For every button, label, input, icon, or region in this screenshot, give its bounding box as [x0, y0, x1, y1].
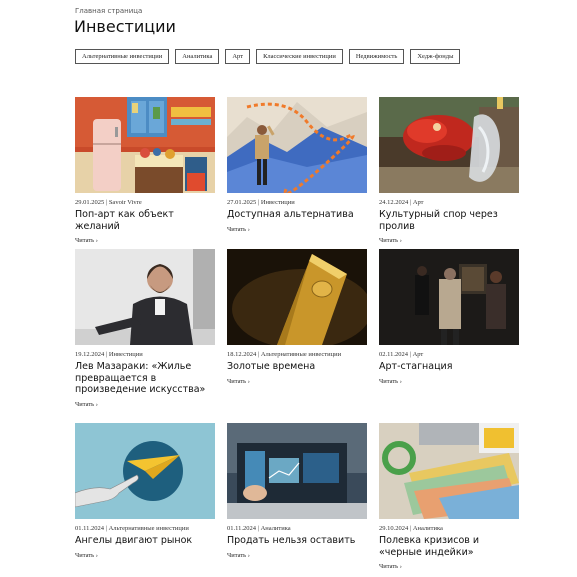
article-meta: 19.12.2024 | Инвестиции — [75, 351, 143, 358]
filter-real-estate[interactable]: Недвижимость — [348, 49, 405, 64]
read-more-link[interactable]: Читать › — [75, 237, 215, 244]
read-more-link[interactable]: Читать › — [227, 378, 367, 385]
glass-dragon-sculpture-image[interactable] — [379, 97, 519, 193]
filter-hedge-funds[interactable]: Хедж-фонды — [410, 49, 461, 64]
article-card[interactable]: 24.12.2024 | Арт Культурный спор через п… — [379, 97, 519, 244]
filter-alternative-investments[interactable]: Альтернативные инвестиции — [75, 49, 170, 64]
read-more-link[interactable]: Читать › — [379, 237, 519, 244]
article-card[interactable]: 02.11.2024 | Арт Арт-стагнация Читать › — [379, 249, 519, 385]
article-meta: 29.01.2025 | Savoir Vivre — [75, 199, 142, 206]
article-meta: 29.10.2024 | Аналитика — [379, 525, 443, 532]
euro-banknotes-image[interactable] — [379, 423, 519, 519]
category-filters: Альтернативные инвестиции Аналитика Арт … — [75, 49, 475, 64]
article-meta: 02.11.2024 | Арт — [379, 351, 424, 358]
businessman-portrait-image[interactable] — [75, 249, 215, 345]
filter-classic-investments[interactable]: Классические инвестиции — [256, 49, 343, 64]
gold-bar-image[interactable] — [227, 249, 367, 345]
pop-art-kitchen-image[interactable] — [75, 97, 215, 193]
read-more-link[interactable]: Читать › — [379, 563, 519, 570]
read-more-link[interactable]: Читать › — [227, 552, 367, 559]
article-title[interactable]: Арт-стагнация — [379, 361, 519, 373]
article-title[interactable]: Лев Мазараки: «Жилье превращается в прои… — [75, 361, 215, 396]
hand-paper-plane-image[interactable] — [75, 423, 215, 519]
article-meta: 27.01.2025 | Инвестиции — [227, 199, 295, 206]
article-title[interactable]: Поп-арт как объект желаний — [75, 209, 215, 232]
article-title[interactable]: Полевка кризисов и «черные индейки» — [379, 535, 519, 558]
article-title[interactable]: Золотые времена — [227, 361, 367, 373]
article-meta: 18.12.2024 | Альтернативные инвестиции — [227, 351, 342, 358]
filter-analytics[interactable]: Аналитика — [175, 49, 220, 64]
read-more-link[interactable]: Читать › — [75, 552, 215, 559]
article-title[interactable]: Продать нельзя оставить — [227, 535, 367, 547]
article-card[interactable]: 01.11.2024 | Аналитика Продать нельзя ос… — [227, 423, 367, 559]
article-card[interactable]: 29.01.2025 | Savoir Vivre Поп-арт как об… — [75, 97, 215, 244]
article-title[interactable]: Ангелы двигают рынок — [75, 535, 215, 547]
gallery-visitors-image[interactable] — [379, 249, 519, 345]
article-card[interactable]: 29.10.2024 | Аналитика Полевка кризисов … — [379, 423, 519, 570]
article-card[interactable]: 18.12.2024 | Альтернативные инвестиции З… — [227, 249, 367, 385]
read-more-link[interactable]: Читать › — [379, 378, 519, 385]
article-meta: 01.11.2024 | Альтернативные инвестиции — [75, 525, 189, 532]
article-card[interactable]: 19.12.2024 | Инвестиции Лев Мазараки: «Ж… — [75, 249, 215, 408]
article-card[interactable]: 27.01.2025 | Инвестиции Доступная альтер… — [227, 97, 367, 233]
laptop-charts-image[interactable] — [227, 423, 367, 519]
page-title: Инвестиции — [74, 17, 176, 36]
article-meta: 01.11.2024 | Аналитика — [227, 525, 291, 532]
read-more-link[interactable]: Читать › — [75, 401, 215, 408]
breadcrumb[interactable]: Главная страница — [75, 7, 142, 15]
read-more-link[interactable]: Читать › — [227, 226, 367, 233]
article-meta: 24.12.2024 | Арт — [379, 199, 424, 206]
article-title[interactable]: Культурный спор через пролив — [379, 209, 519, 232]
man-on-path-collage-image[interactable] — [227, 97, 367, 193]
filter-art[interactable]: Арт — [225, 49, 251, 64]
article-card[interactable]: 01.11.2024 | Альтернативные инвестиции А… — [75, 423, 215, 559]
article-title[interactable]: Доступная альтернатива — [227, 209, 367, 221]
